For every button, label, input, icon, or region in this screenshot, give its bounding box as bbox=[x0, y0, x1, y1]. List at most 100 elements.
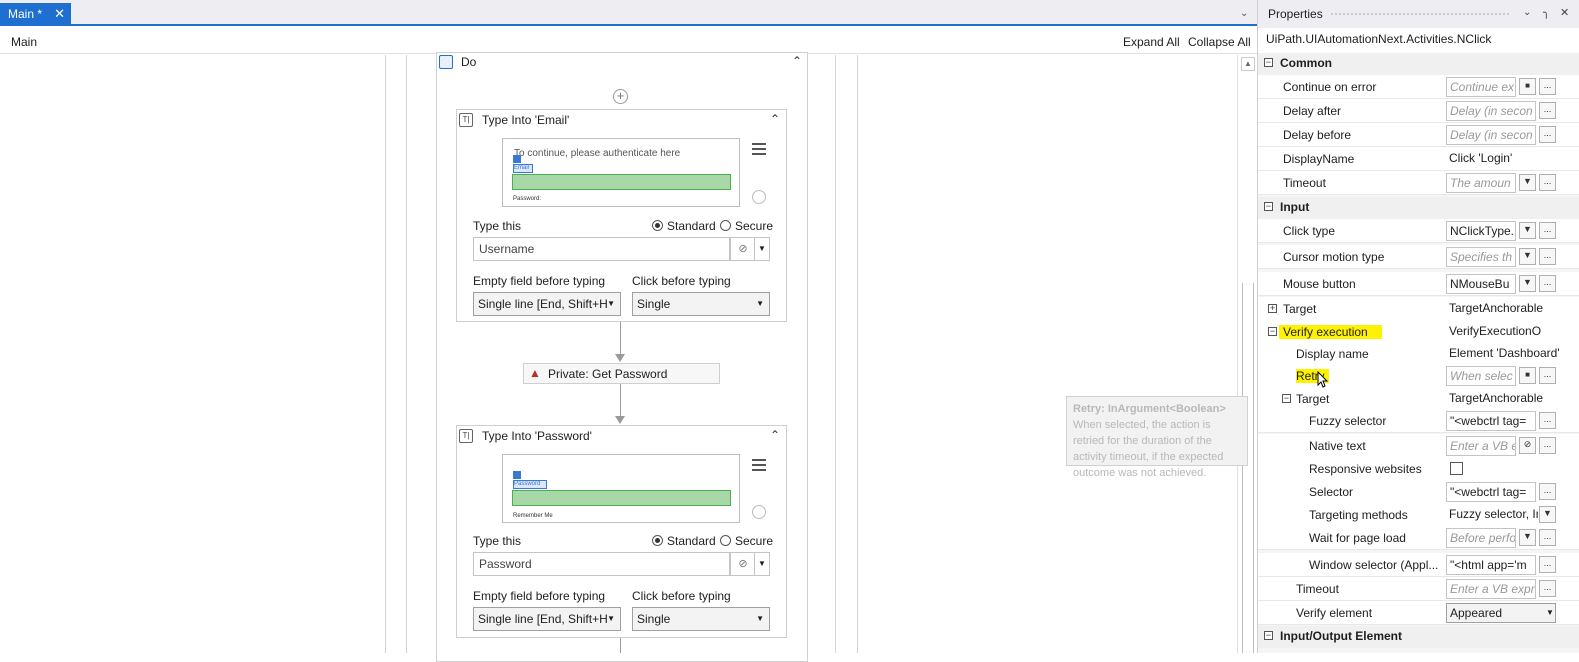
scroll-up-button[interactable]: ▲ bbox=[1241, 57, 1255, 71]
click-before-select[interactable]: Single ▼ bbox=[632, 292, 770, 316]
tooltip-title: Retry: InArgument<Boolean> bbox=[1073, 403, 1226, 415]
close-icon[interactable]: ✕ bbox=[1560, 6, 1569, 19]
property-row[interactable]: Retry When selec ■... bbox=[1258, 364, 1579, 388]
chevron-down-icon[interactable]: ▼ bbox=[1519, 174, 1536, 191]
property-row[interactable]: DisplayName Click 'Login' bbox=[1258, 147, 1579, 171]
empty-field-select[interactable]: Single line [End, Shift+H ▼ bbox=[473, 607, 621, 631]
property-row[interactable]: Window selector (Appl... "<html app='m... bbox=[1258, 553, 1579, 577]
ellipsis-button[interactable]: ... bbox=[1539, 556, 1556, 573]
ellipsis-button[interactable]: ... bbox=[1539, 78, 1556, 95]
collapse-icon[interactable]: ⌃ bbox=[792, 54, 802, 68]
chevron-down-icon[interactable]: ▼ bbox=[1519, 248, 1536, 265]
radio-secure[interactable]: Secure bbox=[720, 219, 773, 233]
preview-footer: Password: bbox=[513, 196, 542, 202]
ellipsis-button[interactable]: ... bbox=[1539, 126, 1556, 143]
property-row[interactable]: Cursor motion type Specifies th ▼... bbox=[1258, 245, 1579, 269]
eye-hidden-icon[interactable]: ⊘ bbox=[730, 237, 756, 261]
collapse-icon[interactable]: − bbox=[1264, 202, 1273, 211]
collapse-icon[interactable]: − bbox=[1268, 327, 1277, 336]
property-row[interactable]: Selector "<webctrl tag=... bbox=[1258, 480, 1579, 504]
eye-hidden-icon[interactable]: ⊘ bbox=[730, 552, 756, 576]
type-text-input[interactable]: Password bbox=[473, 552, 730, 576]
pin-icon[interactable]: ╮ bbox=[1543, 6, 1550, 19]
property-row[interactable]: Timeout Enter a VB expr... bbox=[1258, 577, 1579, 601]
designer-scrollbar[interactable]: ▲ bbox=[1237, 55, 1257, 653]
chevron-down-icon[interactable]: ▼ bbox=[1546, 608, 1554, 617]
property-row[interactable]: − Verify execution VerifyExecutionO bbox=[1258, 320, 1579, 344]
ellipsis-button[interactable]: ... bbox=[1539, 174, 1556, 191]
empty-field-select[interactable]: Single line [End, Shift+H ▼ bbox=[473, 292, 621, 316]
grip[interactable] bbox=[1330, 12, 1510, 17]
collapse-icon[interactable]: − bbox=[1264, 631, 1273, 640]
radio-secure[interactable]: Secure bbox=[720, 534, 773, 548]
property-row[interactable]: Click type NClickType. ▼... bbox=[1258, 219, 1579, 243]
category-input[interactable]: − Input bbox=[1258, 197, 1579, 219]
ellipsis-button[interactable]: ... bbox=[1539, 367, 1556, 384]
tab-main-label: Main * bbox=[8, 7, 43, 21]
designer-header: Main Expand All Collapse All bbox=[0, 28, 1257, 54]
breadcrumb[interactable]: Main bbox=[11, 35, 37, 49]
property-row[interactable]: + Target TargetAnchorable bbox=[1258, 297, 1579, 321]
scroll-thumb[interactable] bbox=[1242, 283, 1254, 653]
chevron-down-icon[interactable]: ⌄ bbox=[1523, 7, 1531, 18]
collapse-icon[interactable]: ⌃ bbox=[770, 428, 780, 442]
collapse-icon[interactable]: ⌃ bbox=[770, 112, 780, 126]
property-row[interactable]: Display name Element 'Dashboard' bbox=[1258, 342, 1579, 366]
property-row[interactable]: Fuzzy selector "<webctrl tag=... bbox=[1258, 409, 1579, 433]
add-activity-icon[interactable]: + bbox=[613, 89, 628, 104]
ellipsis-button[interactable]: ... bbox=[1539, 483, 1556, 500]
category-input-output-element[interactable]: − Input/Output Element bbox=[1258, 626, 1579, 648]
property-row[interactable]: Verify element Appeared ▼ bbox=[1258, 601, 1579, 625]
target-icon[interactable] bbox=[752, 190, 766, 204]
property-row[interactable]: Delay before Delay (in secon... bbox=[1258, 123, 1579, 147]
property-row[interactable]: Targeting methods Fuzzy selector, In ▼ bbox=[1258, 503, 1579, 527]
expand-all-button[interactable]: Expand All bbox=[1123, 35, 1180, 49]
ellipsis-button[interactable]: ... bbox=[1539, 222, 1556, 239]
property-row[interactable]: − Target TargetAnchorable bbox=[1258, 387, 1579, 411]
menu-icon[interactable] bbox=[752, 459, 766, 471]
chevron-down-icon[interactable]: ▼ bbox=[1519, 222, 1536, 239]
checkbox-icon[interactable]: ■ bbox=[1519, 78, 1536, 95]
chevron-down-icon[interactable]: ▼ bbox=[754, 552, 770, 576]
ellipsis-button[interactable]: ... bbox=[1539, 102, 1556, 119]
responsive-websites-checkbox[interactable] bbox=[1450, 462, 1463, 475]
property-row[interactable]: Timeout The amoun ▼... bbox=[1258, 171, 1579, 195]
activity-private-get-password[interactable]: ▲ Private: Get Password bbox=[523, 363, 720, 384]
property-row[interactable]: Mouse button NMouseBu ▼... bbox=[1258, 272, 1579, 296]
radio-standard[interactable]: Standard bbox=[652, 219, 716, 233]
close-icon[interactable]: ✕ bbox=[54, 6, 65, 22]
screenshot-preview[interactable]: To continue, please authenticate here Em… bbox=[502, 138, 740, 207]
ellipsis-button[interactable]: ... bbox=[1539, 412, 1556, 429]
checkbox-icon[interactable]: ■ bbox=[1519, 367, 1536, 384]
lock-icon: ▲ bbox=[529, 366, 541, 380]
ellipsis-button[interactable]: ... bbox=[1539, 275, 1556, 292]
chevron-down-icon[interactable]: ⌄ bbox=[1240, 8, 1248, 19]
property-row[interactable]: Delay after Delay (in secon... bbox=[1258, 99, 1579, 123]
chevron-down-icon[interactable]: ▼ bbox=[1519, 529, 1536, 546]
anchor-marker bbox=[513, 471, 521, 479]
ellipsis-button[interactable]: ... bbox=[1539, 529, 1556, 546]
radio-standard[interactable]: Standard bbox=[652, 534, 716, 548]
tab-main[interactable]: Main * ✕ bbox=[0, 3, 71, 26]
property-row[interactable]: Wait for page load Before perfo ▼... bbox=[1258, 526, 1579, 550]
ellipsis-button[interactable]: ... bbox=[1539, 437, 1556, 454]
ellipsis-button[interactable]: ... bbox=[1539, 248, 1556, 265]
screenshot-preview[interactable]: Password Remember Me bbox=[502, 454, 740, 523]
expand-icon[interactable]: + bbox=[1268, 304, 1277, 313]
chevron-down-icon[interactable]: ▼ bbox=[1519, 275, 1536, 292]
property-row[interactable]: Native text Enter a VB e ⊘... bbox=[1258, 434, 1579, 458]
collapse-icon[interactable]: − bbox=[1282, 394, 1291, 403]
collapse-icon[interactable]: − bbox=[1264, 58, 1273, 67]
category-common[interactable]: − Common bbox=[1258, 53, 1579, 75]
chevron-down-icon[interactable]: ▼ bbox=[754, 237, 770, 261]
menu-icon[interactable] bbox=[752, 143, 766, 155]
collapse-all-button[interactable]: Collapse All bbox=[1188, 35, 1251, 49]
ellipsis-button[interactable]: ... bbox=[1539, 580, 1556, 597]
click-before-select[interactable]: Single ▼ bbox=[632, 607, 770, 631]
eye-hidden-icon[interactable]: ⊘ bbox=[1519, 437, 1536, 454]
chevron-down-icon[interactable]: ▼ bbox=[1539, 506, 1556, 523]
property-row[interactable]: Responsive websites bbox=[1258, 457, 1579, 481]
type-text-input[interactable]: Username bbox=[473, 237, 730, 261]
property-row[interactable]: Continue on error Continue ex ■... bbox=[1258, 75, 1579, 99]
target-icon[interactable] bbox=[752, 505, 766, 519]
